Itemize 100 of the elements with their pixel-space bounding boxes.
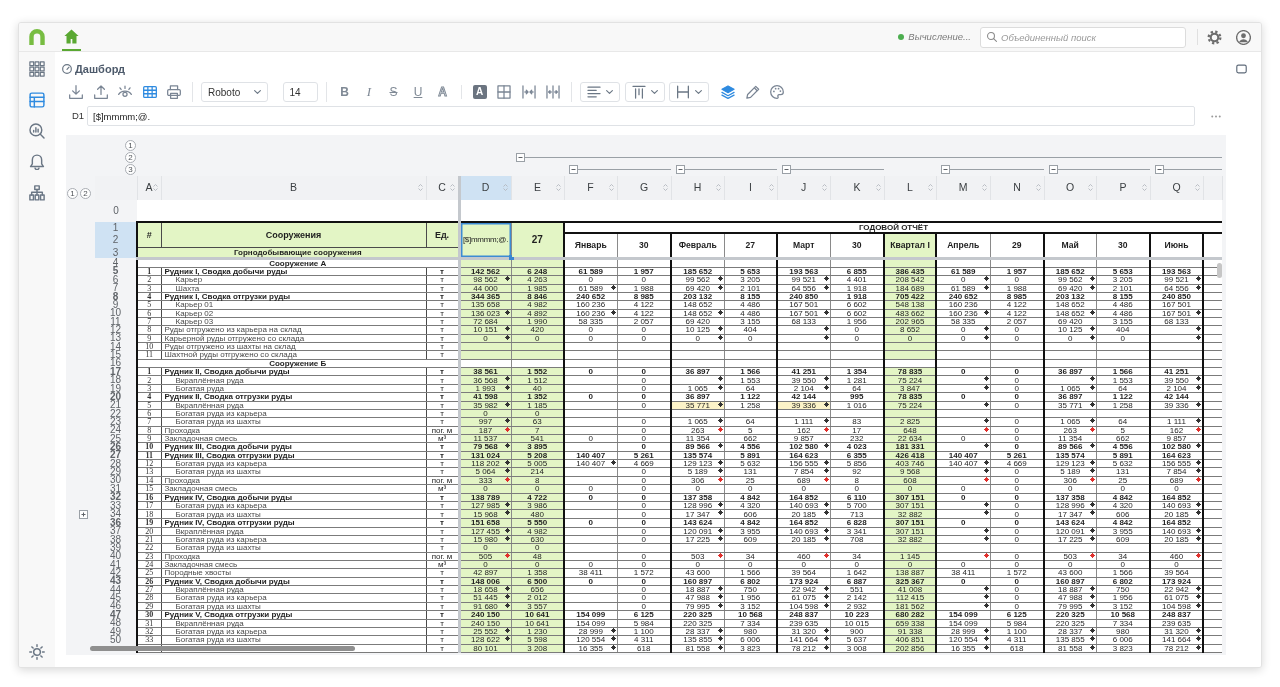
row-header[interactable]: 22: [95, 409, 137, 418]
row-header[interactable]: 5: [95, 267, 137, 276]
upload-icon[interactable]: [93, 85, 108, 99]
row-header[interactable]: 33: [95, 501, 137, 510]
row-header[interactable]: 39: [95, 543, 137, 553]
row-header[interactable]: 18: [95, 375, 137, 385]
palette-icon[interactable]: [770, 85, 784, 99]
row-header[interactable]: 34: [95, 509, 137, 519]
column-header[interactable]: B: [161, 176, 426, 200]
text-fill-button[interactable]: A: [472, 85, 487, 99]
outline-level-button[interactable]: 1: [125, 139, 136, 151]
row-header[interactable]: 21: [95, 401, 137, 410]
collapse-icon[interactable]: [569, 165, 578, 174]
row-header[interactable]: 47: [95, 610, 137, 620]
column-header[interactable]: I: [724, 176, 777, 200]
collapse-icon[interactable]: [1155, 165, 1164, 174]
merge-cells-icon[interactable]: [521, 85, 536, 99]
row-header[interactable]: 25: [95, 434, 137, 443]
pencil-icon[interactable]: [745, 85, 760, 99]
row-header[interactable]: 37: [95, 527, 137, 536]
more-icon[interactable]: [1211, 114, 1221, 118]
row-header[interactable]: 30: [95, 476, 137, 485]
row-header[interactable]: 26: [95, 442, 137, 452]
row-header[interactable]: 6: [95, 275, 137, 284]
split-cells-icon[interactable]: [546, 85, 560, 99]
row-header[interactable]: 38: [95, 535, 137, 544]
column-header[interactable]: L: [884, 176, 936, 200]
collapse-icon[interactable]: [1049, 165, 1058, 174]
column-header[interactable]: F: [564, 176, 617, 200]
strikethrough-button[interactable]: S: [383, 82, 404, 102]
row-header[interactable]: 40: [95, 552, 137, 561]
column-header[interactable]: P: [1096, 176, 1150, 200]
row-header[interactable]: 20: [95, 392, 137, 402]
layers-icon[interactable]: [721, 85, 735, 99]
maximize-icon[interactable]: [1236, 64, 1247, 74]
outline-level-button[interactable]: 3: [125, 164, 136, 175]
row-header[interactable]: 3: [95, 247, 137, 258]
row-header[interactable]: 27: [95, 451, 137, 460]
font-size-field[interactable]: 14: [282, 82, 318, 102]
column-header[interactable]: C: [426, 176, 459, 200]
row-header[interactable]: 42: [95, 568, 137, 578]
row-header[interactable]: 48: [95, 619, 137, 628]
expand-icon[interactable]: [79, 509, 88, 519]
row-header[interactable]: 17: [95, 367, 137, 376]
collapse-icon[interactable]: [782, 165, 791, 174]
row-header[interactable]: 43: [95, 577, 137, 586]
row-header[interactable]: 41: [95, 560, 137, 569]
collapse-icon[interactable]: [941, 165, 950, 174]
row-header[interactable]: 46: [95, 602, 137, 611]
row-header[interactable]: 2: [95, 233, 137, 247]
row-header[interactable]: 12: [95, 325, 137, 335]
column-header[interactable]: J: [777, 176, 830, 200]
outline-level-button[interactable]: 2: [80, 188, 91, 199]
download-icon[interactable]: [69, 85, 83, 99]
column-header[interactable]: Q: [1150, 176, 1203, 200]
column-header[interactable]: G: [617, 176, 671, 200]
column-header[interactable]: K: [830, 176, 884, 200]
row-header[interactable]: 16: [95, 359, 137, 368]
row-header[interactable]: 8: [95, 292, 137, 301]
row-header[interactable]: 29: [95, 467, 137, 477]
border-grid-icon[interactable]: [497, 85, 511, 99]
row-header[interactable]: 31: [95, 484, 137, 493]
column-header[interactable]: M: [936, 176, 990, 200]
table-icon[interactable]: [29, 92, 45, 108]
column-header[interactable]: A: [137, 176, 161, 200]
row-header[interactable]: 45: [95, 593, 137, 603]
vertical-align-dropdown[interactable]: [624, 82, 665, 102]
row-header[interactable]: 36: [95, 518, 137, 528]
eye-icon[interactable]: [118, 85, 132, 99]
collapse-icon[interactable]: [676, 165, 685, 174]
row-header[interactable]: 28: [95, 459, 137, 468]
hierarchy-icon[interactable]: [29, 185, 45, 201]
column-header[interactable]: D: [459, 176, 511, 200]
row-header[interactable]: 44: [95, 585, 137, 594]
row-header[interactable]: 49: [95, 627, 137, 636]
column-width-dropdown[interactable]: [669, 82, 709, 102]
table-icon[interactable]: [142, 85, 157, 99]
row-header[interactable]: 15: [95, 350, 137, 360]
settings-icon[interactable]: [1207, 29, 1222, 45]
outline-level-button[interactable]: 1: [67, 188, 78, 199]
user-icon[interactable]: [1236, 29, 1251, 45]
bell-icon[interactable]: [29, 154, 45, 170]
sun-icon[interactable]: [29, 644, 45, 660]
logo-icon[interactable]: [29, 29, 45, 45]
row-header[interactable]: 14: [95, 342, 137, 351]
row-header[interactable]: 4: [95, 258, 137, 268]
printer-icon[interactable]: [167, 85, 181, 99]
row-header[interactable]: 19: [95, 384, 137, 393]
row-header[interactable]: 11: [95, 317, 137, 326]
outline-level-button[interactable]: 2: [125, 151, 136, 163]
row-header[interactable]: 10: [95, 309, 137, 318]
row-header[interactable]: 23: [95, 417, 137, 427]
column-header[interactable]: H: [671, 176, 724, 200]
row-header[interactable]: 32: [95, 493, 137, 502]
apps-grid-icon[interactable]: [29, 61, 45, 77]
font-select[interactable]: Roboto: [201, 82, 268, 102]
row-header[interactable]: 7: [95, 284, 137, 293]
bold-button[interactable]: B: [334, 82, 355, 102]
row-header[interactable]: 13: [95, 334, 137, 343]
row-header[interactable]: 24: [95, 426, 137, 435]
